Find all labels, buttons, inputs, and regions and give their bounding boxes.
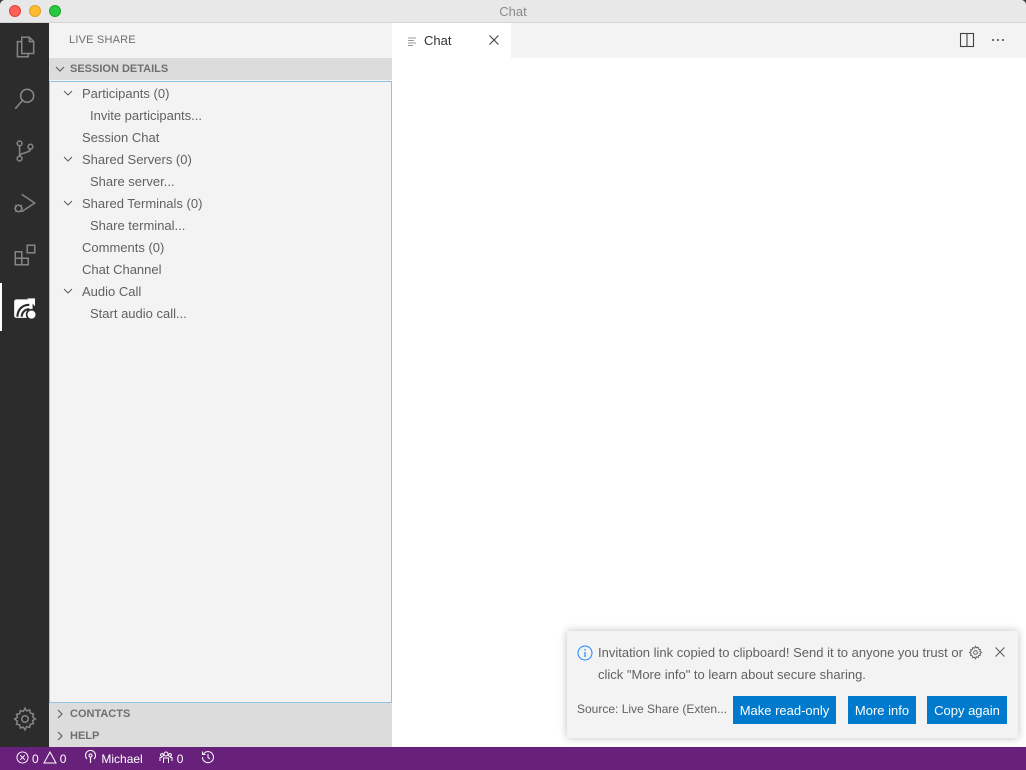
make-read-only-button[interactable]: Make read-only — [733, 696, 836, 724]
live-share-sidebar: LIVE SHARE SESSION DETAILS Participants … — [49, 23, 392, 747]
gear-icon[interactable] — [968, 645, 983, 663]
session-details-tree: Participants (0) Invite participants... … — [49, 81, 392, 703]
warning-count: 0 — [59, 751, 67, 766]
title-bar: Chat — [0, 0, 1026, 23]
history-indicator[interactable] — [201, 750, 215, 767]
chat-file-icon — [408, 35, 418, 50]
broadcast-icon — [84, 750, 97, 767]
window-title: Chat — [499, 4, 527, 19]
explorer-button[interactable] — [0, 23, 49, 71]
tree-item-label: Comments (0) — [82, 239, 165, 255]
contacts-label: CONTACTS — [70, 708, 131, 720]
run-debug-icon — [13, 193, 36, 213]
info-icon — [577, 645, 593, 664]
vscode-window: Chat LIVE SHARE SESSION DETAILS Particip… — [0, 0, 1026, 770]
source-control-button[interactable] — [0, 127, 49, 175]
tree-item-label: Share terminal... — [90, 217, 186, 233]
source-control-icon — [15, 140, 34, 162]
chevron-right-icon — [50, 708, 70, 720]
error-count: 0 — [32, 751, 39, 766]
tab-chat[interactable]: Chat — [392, 23, 511, 58]
search-icon — [14, 88, 34, 110]
tree-item-audio-call[interactable]: Audio Call — [50, 280, 391, 302]
participants-indicator[interactable]: 0 — [159, 750, 184, 767]
extensions-button[interactable] — [0, 231, 49, 279]
status-bar: 0 0 Michael 0 — [0, 747, 1026, 770]
tree-item-label: Participants (0) — [82, 85, 170, 101]
tree-item-label: Chat Channel — [82, 261, 162, 277]
live-share-user[interactable]: Michael — [84, 750, 143, 767]
tree-item-start-audio-call[interactable]: Start audio call... — [50, 302, 391, 324]
chevron-down-icon — [60, 87, 76, 99]
gear-icon — [12, 706, 37, 732]
run-debug-button[interactable] — [0, 179, 49, 227]
files-icon — [16, 36, 34, 58]
tree-item-shared-terminals[interactable]: Shared Terminals (0) — [50, 192, 391, 214]
tree-item-label: Start audio call... — [90, 305, 187, 321]
tree-item-label: Shared Terminals (0) — [82, 195, 203, 211]
extensions-icon — [13, 244, 36, 266]
tab-bar: Chat — [392, 23, 1026, 58]
error-icon — [16, 750, 29, 767]
close-icon[interactable] — [488, 34, 500, 49]
participants-count: 0 — [176, 751, 184, 766]
user-name: Michael — [101, 751, 143, 766]
tree-item-share-terminal[interactable]: Share terminal... — [50, 214, 391, 236]
warning-icon — [42, 750, 57, 767]
history-icon — [201, 750, 215, 767]
tree-item-label: Share server... — [90, 173, 175, 189]
tab-label: Chat — [424, 33, 452, 48]
tree-item-label: Audio Call — [82, 283, 142, 299]
search-button[interactable] — [0, 75, 49, 123]
help-header[interactable]: HELP — [49, 725, 392, 747]
activity-bar — [0, 23, 49, 747]
notification-source: Source: Live Share (Exten... — [577, 702, 728, 716]
notification-message: Invitation link copied to clipboard! Sen… — [598, 645, 963, 682]
split-editor-icon[interactable] — [959, 32, 975, 51]
notification-toast: Invitation link copied to clipboard! Sen… — [567, 631, 1018, 738]
tree-item-chat-channel[interactable]: Chat Channel — [50, 258, 391, 280]
close-icon[interactable] — [994, 646, 1006, 661]
chevron-down-icon — [60, 285, 76, 297]
tree-item-label: Session Chat — [82, 129, 160, 145]
copy-again-button[interactable]: Copy again — [927, 696, 1007, 724]
contacts-header[interactable]: CONTACTS — [49, 703, 392, 725]
problems-indicator[interactable]: 0 0 — [16, 750, 67, 767]
tree-item-label: Shared Servers (0) — [82, 151, 192, 167]
tree-item-session-chat[interactable]: Session Chat — [50, 126, 391, 148]
tree-item-participants[interactable]: Participants (0) — [50, 82, 391, 104]
sidebar-title: LIVE SHARE — [69, 34, 136, 46]
tree-item-shared-servers[interactable]: Shared Servers (0) — [50, 148, 391, 170]
chevron-down-icon — [60, 153, 76, 165]
manage-button[interactable] — [0, 695, 49, 743]
tree-item-label: Invite participants... — [90, 107, 202, 123]
session-details-header[interactable]: SESSION DETAILS — [49, 58, 392, 80]
tree-item-invite-participants[interactable]: Invite participants... — [50, 104, 391, 126]
live-share-button[interactable] — [0, 283, 49, 331]
chevron-down-icon — [60, 197, 76, 209]
more-info-button[interactable]: More info — [848, 696, 916, 724]
tree-item-share-server[interactable]: Share server... — [50, 170, 391, 192]
chevron-down-icon — [50, 63, 70, 75]
chevron-right-icon — [50, 730, 70, 742]
help-label: HELP — [70, 730, 100, 742]
live-share-icon — [13, 296, 37, 320]
participants-icon — [159, 750, 173, 767]
more-actions-icon[interactable] — [990, 32, 1006, 51]
tree-item-comments[interactable]: Comments (0) — [50, 236, 391, 258]
session-details-label: SESSION DETAILS — [70, 63, 169, 75]
